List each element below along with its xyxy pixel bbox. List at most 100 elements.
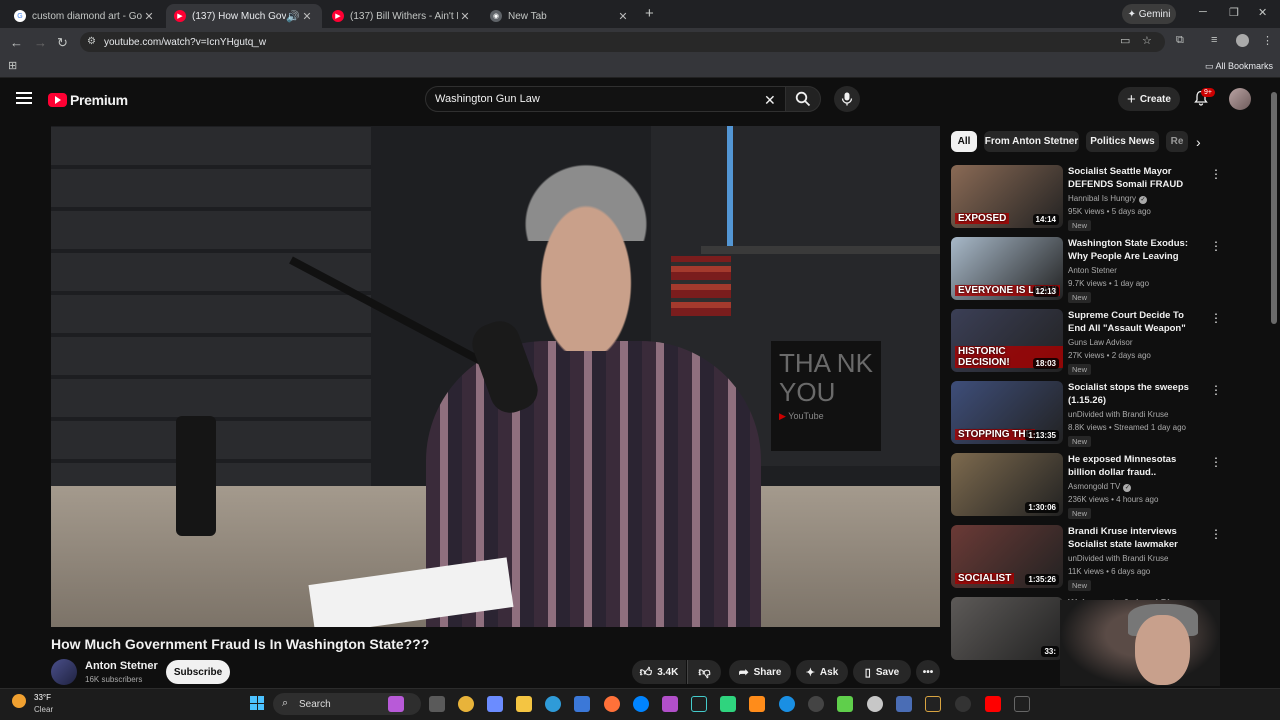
- store-icon[interactable]: [574, 696, 590, 712]
- browser-tab-2[interactable]: ▶ (137) How Much Governme 🔊 ✕: [166, 4, 322, 28]
- video-thumbnail[interactable]: STOPPING THE 1:13:35: [951, 381, 1063, 444]
- minimize-icon[interactable]: ─: [1199, 6, 1207, 18]
- more-vertical-icon[interactable]: ⋮: [1210, 239, 1222, 253]
- recommendation-channel[interactable]: unDivided with Brandi Kruse: [1068, 410, 1169, 419]
- youtube-icon[interactable]: [985, 696, 1001, 712]
- windows-start-icon[interactable]: [250, 696, 264, 710]
- chip-from-anton-stetner[interactable]: From Anton Stetner: [984, 131, 1079, 152]
- audio-icon[interactable]: 🔊: [286, 10, 300, 23]
- app-icon[interactable]: [955, 696, 971, 712]
- chip-politics-news[interactable]: Politics News: [1086, 131, 1159, 152]
- recommendation-item[interactable]: EXPOSED 14:14 Socialist Seattle Mayor DEFE…: [951, 165, 1222, 231]
- recommendation-channel[interactable]: unDivided with Brandi Kruse: [1068, 554, 1169, 563]
- recommendation-title[interactable]: Socialist stops the sweeps (1.15.26): [1068, 381, 1202, 407]
- apps-grid-icon[interactable]: ⊞: [8, 59, 17, 72]
- chip-recent[interactable]: Re: [1166, 131, 1188, 152]
- recommendation-title[interactable]: Supreme Court Decide To End All "Assault…: [1068, 309, 1202, 335]
- app-icon[interactable]: [925, 696, 941, 712]
- app-icon[interactable]: [720, 696, 736, 712]
- recommendation-channel[interactable]: Anton Stetner: [1068, 266, 1117, 275]
- flowers-widget-icon[interactable]: [388, 696, 404, 712]
- like-button[interactable]: 👍︎ 3.4K: [632, 660, 686, 684]
- recommendation-channel[interactable]: Asmongold TV ✓: [1068, 482, 1132, 492]
- task-view-icon[interactable]: [429, 696, 445, 712]
- recommendation-title[interactable]: Socialist Seattle Mayor DEFENDS Somali F…: [1068, 165, 1202, 191]
- app-icon[interactable]: [867, 696, 883, 712]
- ask-button[interactable]: ✦ Ask: [796, 660, 848, 684]
- recommendation-item[interactable]: SOCIALIST 1:35:26 Brandi Kruse interviews …: [951, 525, 1222, 591]
- recommendation-title[interactable]: He exposed Minnesotas billion dollar fra…: [1068, 453, 1202, 479]
- save-button[interactable]: ▯ Save: [853, 660, 911, 684]
- recommendation-channel[interactable]: Hannibal Is Hungry ✓: [1068, 194, 1148, 204]
- close-tab-icon[interactable]: ✕: [300, 10, 314, 23]
- reload-icon[interactable]: ↻: [57, 35, 68, 51]
- cast-icon[interactable]: ▭: [1120, 34, 1130, 47]
- extensions-icon[interactable]: ⧉: [1176, 34, 1184, 47]
- create-button[interactable]: + Create: [1118, 87, 1180, 111]
- browser-tab-3[interactable]: ▶ (137) Bill Withers - Ain't No Sun ✕: [324, 4, 480, 28]
- forward-icon[interactable]: →: [34, 35, 47, 50]
- weather-moon-icon[interactable]: [12, 694, 26, 708]
- hamburger-menu-icon[interactable]: [16, 92, 32, 104]
- browser-tab-4[interactable]: ◉ New Tab ✕: [482, 4, 638, 28]
- search-button[interactable]: [785, 86, 821, 112]
- app-icon[interactable]: [779, 696, 795, 712]
- video-thumbnail[interactable]: 1:30:06: [951, 453, 1063, 516]
- chip-all[interactable]: All: [951, 131, 977, 152]
- recommendation-item[interactable]: STOPPING THE 1:13:35 Socialist stops the s…: [951, 381, 1222, 447]
- app-icon[interactable]: [896, 696, 912, 712]
- file-explorer-icon[interactable]: [516, 696, 532, 712]
- dislike-button[interactable]: 👎︎: [687, 660, 721, 684]
- app-icon[interactable]: [662, 696, 678, 712]
- all-bookmarks-button[interactable]: ▭ All Bookmarks: [1205, 61, 1273, 72]
- more-vertical-icon[interactable]: ⋮: [1210, 167, 1222, 181]
- recommendation-item[interactable]: 1:30:06 He exposed Minnesotas billion dol…: [951, 453, 1222, 519]
- recommendation-channel[interactable]: Guns Law Advisor: [1068, 338, 1132, 347]
- channel-avatar[interactable]: [51, 659, 77, 685]
- video-player[interactable]: THA NK YOU ▶ YouTube: [51, 126, 940, 627]
- copilot-icon[interactable]: [487, 696, 503, 712]
- video-thumbnail[interactable]: 33:: [951, 597, 1063, 660]
- subscribe-button[interactable]: Subscribe: [166, 660, 230, 684]
- new-tab-button[interactable]: +: [645, 5, 654, 22]
- more-vertical-icon[interactable]: ⋮: [1210, 455, 1222, 469]
- recommendation-title[interactable]: Washington State Exodus: Why People Are …: [1068, 237, 1202, 263]
- chevron-right-icon[interactable]: ›: [1196, 134, 1201, 150]
- edge-icon[interactable]: [545, 696, 561, 712]
- more-vertical-icon[interactable]: ⋮: [1210, 311, 1222, 325]
- close-tab-icon[interactable]: ✕: [142, 10, 156, 23]
- firefox-icon[interactable]: [604, 696, 620, 712]
- recommendation-item[interactable]: HISTORIC DECISION! 18:03 Supreme Court Dec…: [951, 309, 1222, 375]
- recommendation-title[interactable]: Brandi Kruse interviews Socialist state …: [1068, 525, 1202, 551]
- search-input[interactable]: Washington Gun Law: [425, 86, 787, 112]
- share-button[interactable]: ➦ Share: [729, 660, 791, 684]
- browser-tab-1[interactable]: G custom diamond art - Google S ✕: [6, 4, 164, 28]
- weather-condition[interactable]: Clear: [34, 705, 53, 714]
- maximize-icon[interactable]: ❐: [1229, 6, 1239, 19]
- reading-list-icon[interactable]: ≡: [1211, 34, 1217, 46]
- page-scrollbar[interactable]: [1271, 92, 1277, 324]
- app-icon[interactable]: [1014, 696, 1030, 712]
- url-field[interactable]: ⚙ youtube.com/watch?v=IcnYHgutq_w: [80, 32, 1165, 52]
- close-tab-icon[interactable]: ✕: [616, 10, 630, 23]
- app-icon[interactable]: [837, 696, 853, 712]
- video-thumbnail[interactable]: EVERYONE IS LEAVI 12:13: [951, 237, 1063, 300]
- video-thumbnail[interactable]: HISTORIC DECISION! 18:03: [951, 309, 1063, 372]
- clear-search-icon[interactable]: ✕: [764, 92, 776, 109]
- account-avatar[interactable]: [1229, 88, 1251, 110]
- weather-temperature[interactable]: 33°F: [34, 693, 51, 702]
- more-actions-button[interactable]: •••: [916, 660, 940, 684]
- channel-name[interactable]: Anton Stetner: [85, 660, 158, 672]
- chrome-menu-icon[interactable]: ⋮: [1262, 34, 1273, 47]
- back-icon[interactable]: ←: [10, 35, 23, 50]
- video-thumbnail[interactable]: SOCIALIST 1:35:26: [951, 525, 1063, 588]
- obs-icon[interactable]: [808, 696, 824, 712]
- bookmark-star-icon[interactable]: ☆: [1142, 34, 1152, 47]
- messenger-icon[interactable]: [633, 696, 649, 712]
- recommendation-item[interactable]: EVERYONE IS LEAVI 12:13 Washington State E…: [951, 237, 1222, 303]
- app-icon[interactable]: [749, 696, 765, 712]
- chrome-icon[interactable]: [458, 696, 474, 712]
- more-vertical-icon[interactable]: ⋮: [1210, 383, 1222, 397]
- gemini-button[interactable]: ✦ Gemini: [1122, 4, 1176, 24]
- close-tab-icon[interactable]: ✕: [458, 10, 472, 23]
